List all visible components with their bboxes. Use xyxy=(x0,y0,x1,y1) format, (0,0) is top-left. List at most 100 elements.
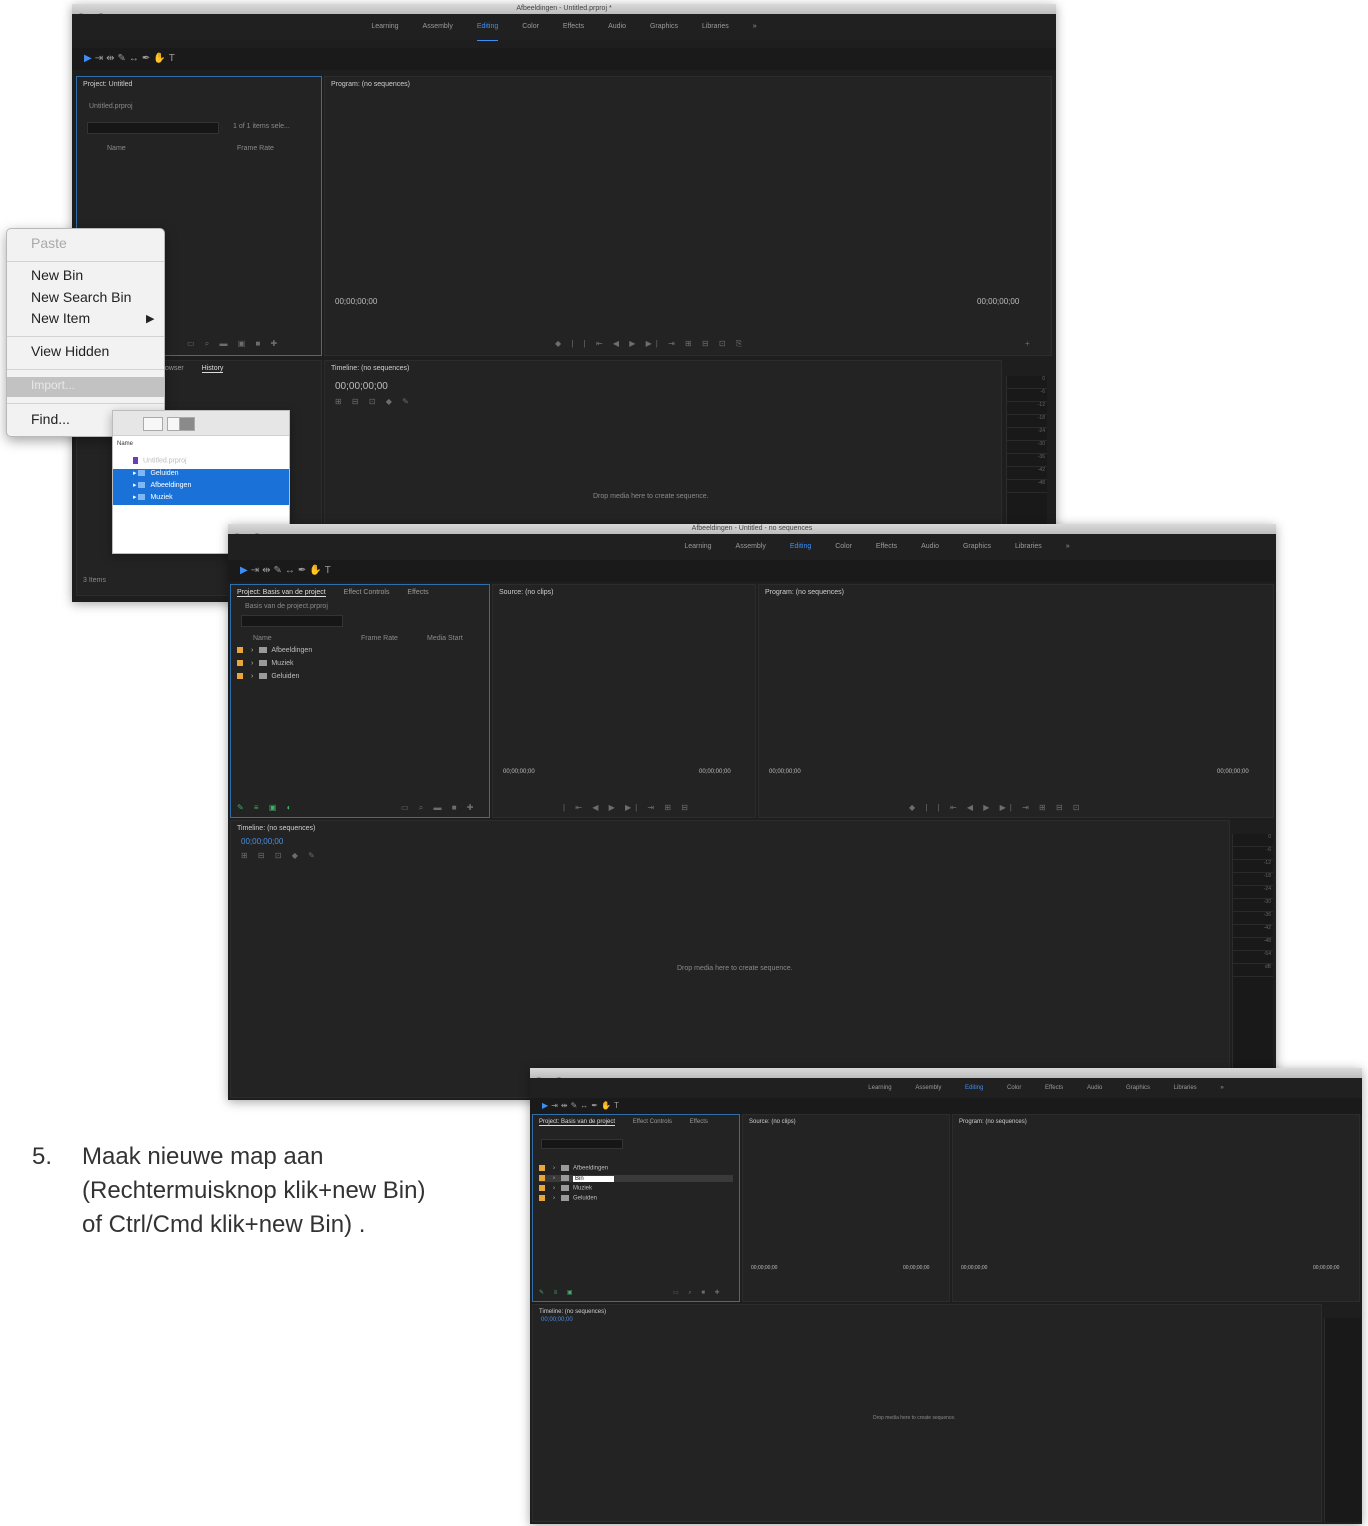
tab-editing[interactable]: Editing xyxy=(789,534,812,561)
add-button[interactable]: + xyxy=(1025,339,1034,348)
tab-history[interactable]: History xyxy=(201,365,224,373)
tab-effects-panel[interactable]: Effects xyxy=(690,1119,708,1125)
program-transport-controls[interactable]: ◆ | | ⇤ ◀ ▶ ▶| ⇥ ⊞ ⊟ ⊡ xyxy=(909,803,1084,812)
menu-item-import[interactable]: Import... xyxy=(31,378,75,392)
bin-row[interactable]: › Afbeeldingen xyxy=(237,647,312,654)
tab-color[interactable]: Color xyxy=(1007,1078,1021,1098)
tab-effects[interactable]: Effects xyxy=(876,534,897,560)
bin-row[interactable]: › Muziek xyxy=(237,660,294,667)
bin-row-editing[interactable]: › Bin xyxy=(539,1175,733,1182)
folder-row[interactable]: ▸ Geluiden xyxy=(113,469,289,481)
tab-assembly[interactable]: Assembly xyxy=(736,534,766,560)
program-monitor-title[interactable]: Program: (no sequences) xyxy=(765,589,844,596)
project-footer-right-icons[interactable]: ▭ ⌕ ▬ ■ ✚ xyxy=(401,803,477,813)
project-search-input[interactable] xyxy=(87,122,219,134)
source-monitor-title[interactable]: Source: (no clips) xyxy=(499,589,553,596)
bin-name-input[interactable]: Bin xyxy=(573,1175,614,1182)
type-tool-icon[interactable]: T xyxy=(169,53,178,64)
selection-tool-icon[interactable]: ▶ xyxy=(84,53,95,64)
column-frame-rate[interactable]: Frame Rate xyxy=(361,635,398,642)
tab-editing[interactable]: Editing xyxy=(476,14,499,41)
tab-libraries[interactable]: Libraries xyxy=(1174,1078,1197,1098)
menu-item-new-bin[interactable]: New Bin xyxy=(31,267,83,283)
column-media-start[interactable]: Media Start xyxy=(427,635,463,642)
tab-learning[interactable]: Learning xyxy=(684,534,711,560)
column-name[interactable]: Name xyxy=(107,145,126,152)
tab-audio[interactable]: Audio xyxy=(608,14,626,40)
timeline-title[interactable]: Timeline: (no sequences) xyxy=(237,825,315,832)
more-workspaces-button[interactable]: » xyxy=(753,14,757,40)
column-frame-rate[interactable]: Frame Rate xyxy=(237,145,274,152)
tab-libraries[interactable]: Libraries xyxy=(1015,534,1042,560)
pen-icon[interactable]: ✒ xyxy=(591,1101,601,1110)
track-select-icon[interactable]: ⇥ xyxy=(251,565,262,576)
column-view-button[interactable] xyxy=(179,417,195,431)
razor-icon[interactable]: ✎ xyxy=(571,1101,581,1110)
tab-editing[interactable]: Editing xyxy=(965,1078,984,1099)
pen-icon[interactable]: ✒ xyxy=(298,565,309,576)
project-search-input[interactable] xyxy=(541,1139,623,1149)
program-monitor-title[interactable]: Program: (no sequences) xyxy=(959,1119,1027,1125)
menu-item-view-hidden[interactable]: View Hidden xyxy=(31,343,109,359)
menu-item-new-item[interactable]: New Item xyxy=(31,310,90,326)
pen-icon[interactable]: ✒ xyxy=(142,53,153,64)
tab-effects[interactable]: Effects xyxy=(563,14,584,40)
project-panel-title[interactable]: Project: Untitled xyxy=(83,81,132,88)
bin-row[interactable]: › Geluiden xyxy=(237,673,299,680)
project-footer-left-icons[interactable]: ✎ ≡ ▣ ◐ xyxy=(237,803,295,812)
selection-tool-icon[interactable]: ▶ xyxy=(240,565,251,576)
project-search-input[interactable] xyxy=(241,615,343,627)
tab-project[interactable]: Project: Basis van de project xyxy=(539,1119,616,1126)
type-tool-icon[interactable]: T xyxy=(325,565,334,576)
transport-controls[interactable]: ◆ | | ⇤ ◀ ▶ ▶| ⇥ ⊞ ⊟ ⊡ ⎘ xyxy=(555,339,746,349)
type-tool-icon[interactable]: T xyxy=(614,1101,622,1110)
tab-effect-controls[interactable]: Effect Controls xyxy=(633,1119,672,1125)
tab-learning[interactable]: Learning xyxy=(371,14,398,40)
razor-icon[interactable]: ✎ xyxy=(273,565,284,576)
menu-item-find[interactable]: Find... xyxy=(31,411,70,427)
tab-color[interactable]: Color xyxy=(522,14,539,40)
tab-project[interactable]: Project: Basis van de project xyxy=(237,589,326,597)
hand-icon[interactable]: ✋ xyxy=(601,1101,614,1110)
program-monitor-title[interactable]: Program: (no sequences) xyxy=(331,81,410,88)
tab-learning[interactable]: Learning xyxy=(868,1078,891,1098)
folder-row[interactable]: ▸ Afbeeldingen xyxy=(113,481,289,493)
bin-row[interactable]: › Geluiden xyxy=(539,1195,597,1202)
timeline-tools[interactable]: ⊞ ⊟ ⊡ ◆ ✎ xyxy=(335,397,413,406)
source-monitor-title[interactable]: Source: (no clips) xyxy=(749,1119,796,1125)
ripple-edit-icon[interactable]: ⇹ xyxy=(561,1101,571,1110)
hand-icon[interactable]: ✋ xyxy=(153,53,168,64)
tab-effect-controls[interactable]: Effect Controls xyxy=(344,589,390,596)
tab-color[interactable]: Color xyxy=(835,534,852,560)
selection-tool-icon[interactable]: ▶ xyxy=(542,1101,551,1110)
track-select-icon[interactable]: ⇥ xyxy=(551,1101,561,1110)
track-select-icon[interactable]: ⇥ xyxy=(95,53,106,64)
ripple-edit-icon[interactable]: ⇹ xyxy=(262,565,273,576)
more-workspaces-button[interactable]: » xyxy=(1220,1078,1223,1098)
slip-icon[interactable]: ↔ xyxy=(285,565,298,576)
timeline-tools[interactable]: ⊞ ⊟ ⊡ ◆ ✎ xyxy=(241,851,319,860)
column-name[interactable]: Name xyxy=(253,635,272,642)
ripple-edit-icon[interactable]: ⇹ xyxy=(106,53,117,64)
more-workspaces-button[interactable]: » xyxy=(1066,534,1070,560)
timeline-title[interactable]: Timeline: (no sequences) xyxy=(539,1309,606,1315)
tab-graphics[interactable]: Graphics xyxy=(963,534,991,560)
slip-icon[interactable]: ↔ xyxy=(580,1101,591,1110)
tab-assembly[interactable]: Assembly xyxy=(423,14,453,40)
tab-effects-panel[interactable]: Effects xyxy=(407,589,428,596)
hand-icon[interactable]: ✋ xyxy=(309,565,324,576)
tab-effects[interactable]: Effects xyxy=(1045,1078,1063,1098)
icon-view-button[interactable] xyxy=(143,417,163,431)
tab-audio[interactable]: Audio xyxy=(921,534,939,560)
tab-assembly[interactable]: Assembly xyxy=(915,1078,941,1098)
project-footer-left-icons[interactable]: ✎ ≡ ▣ xyxy=(539,1289,577,1296)
slip-icon[interactable]: ↔ xyxy=(129,53,142,64)
bin-row[interactable]: › Afbeeldingen xyxy=(539,1165,608,1172)
project-footer-icons[interactable]: ▭ ⌕ ▬ ▣ ■ ✚ xyxy=(187,339,281,349)
folder-row[interactable]: ▸ Muziek xyxy=(113,493,289,505)
tab-libraries[interactable]: Libraries xyxy=(702,14,729,40)
razor-icon[interactable]: ✎ xyxy=(117,53,128,64)
file-row[interactable]: Untitled.prproj xyxy=(113,457,289,469)
tab-graphics[interactable]: Graphics xyxy=(1126,1078,1150,1098)
tab-graphics[interactable]: Graphics xyxy=(650,14,678,40)
